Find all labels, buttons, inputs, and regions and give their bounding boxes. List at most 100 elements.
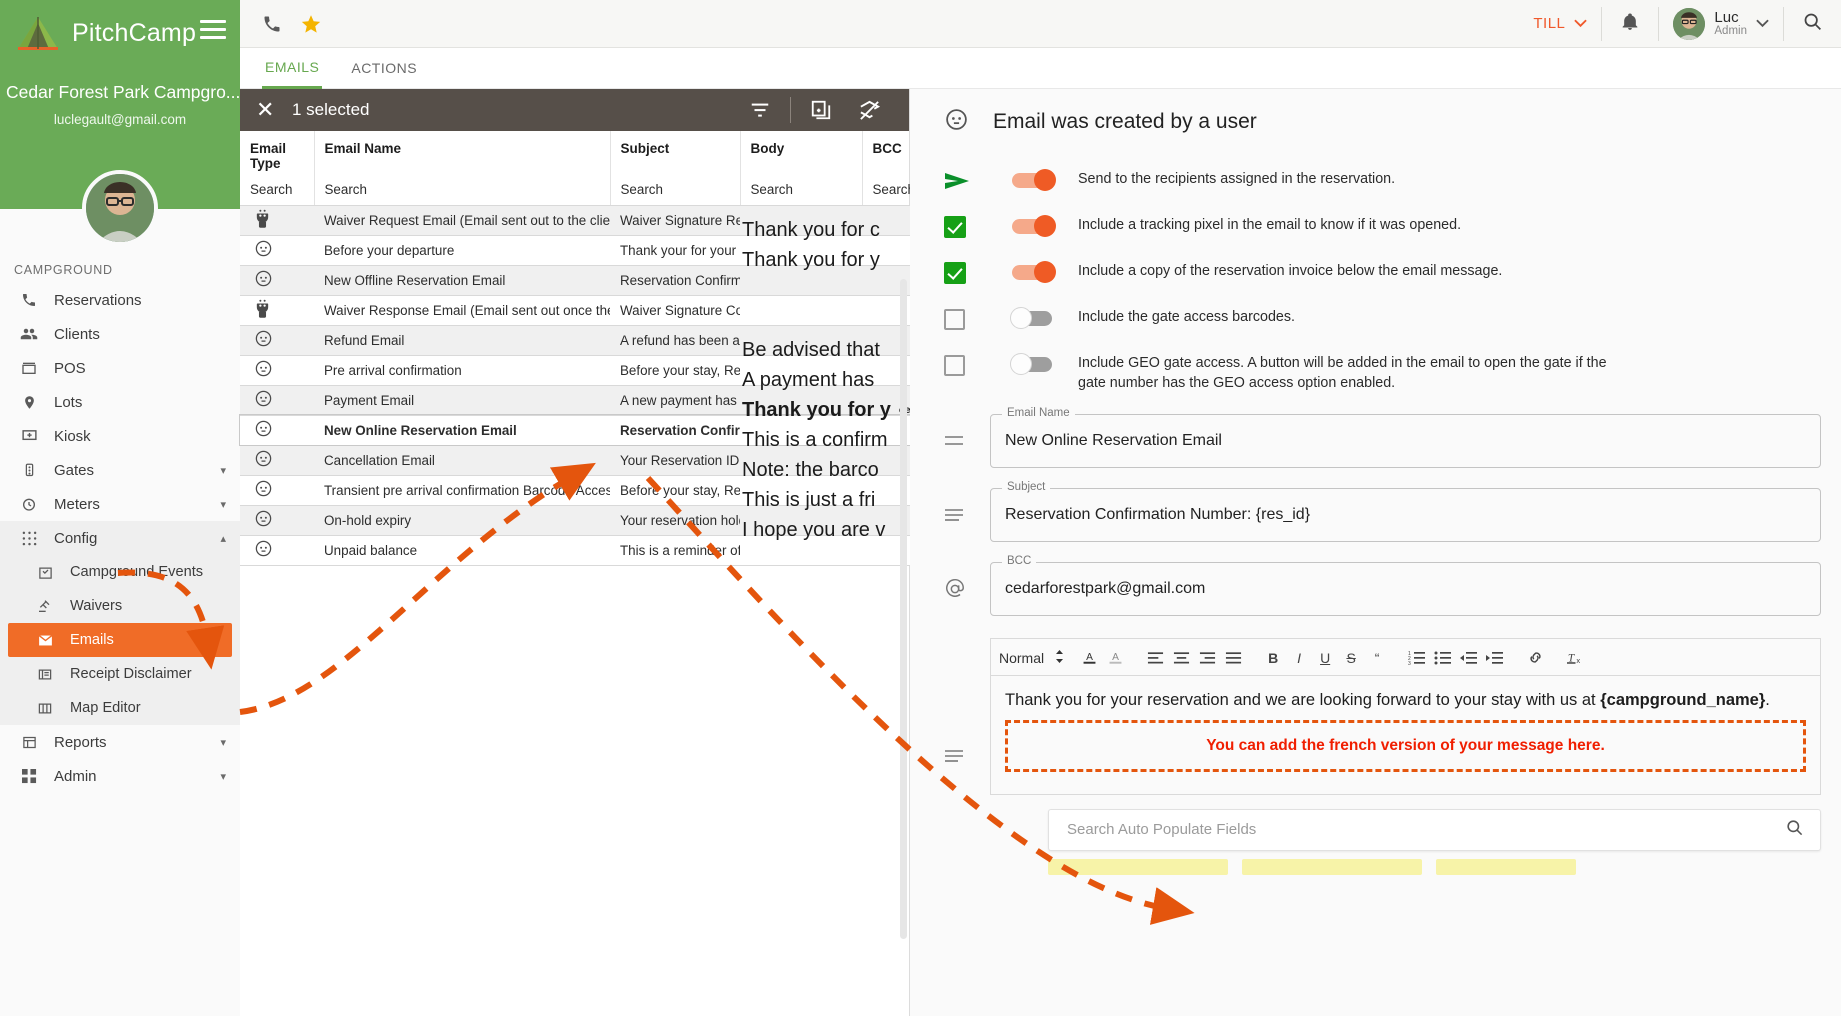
option-toggle[interactable] xyxy=(1010,353,1056,375)
table-header-row: Email Type Email Name Subject Body BCC xyxy=(240,131,911,175)
option-toggle[interactable] xyxy=(1010,261,1056,283)
chevron-down-icon: ▾ xyxy=(220,498,226,511)
indent-icon[interactable] xyxy=(1482,646,1508,670)
table-row[interactable]: Waiver Request Email (Email sent out to … xyxy=(240,205,910,236)
table-row[interactable]: Before your departure Thank your for your… xyxy=(240,235,910,266)
search-input-bcc[interactable]: Search xyxy=(862,175,911,206)
option-checkbox[interactable] xyxy=(944,261,990,285)
close-icon[interactable]: ✕ xyxy=(256,99,280,121)
email-body-editor-row: Normal A A B I U S “ 1 2 3 T x Thank you… xyxy=(932,637,1821,875)
ordered-list-icon[interactable]: 123 xyxy=(1404,646,1430,670)
sidebar-item-clients[interactable]: Clients xyxy=(0,317,240,351)
sidebar-item-gates[interactable]: Gates ▾ xyxy=(0,453,240,487)
sidebar-item-kiosk[interactable]: Kiosk xyxy=(0,419,240,453)
phone-icon[interactable] xyxy=(262,14,282,34)
auto-populate-search[interactable] xyxy=(1048,808,1821,851)
option-checkbox[interactable] xyxy=(944,353,990,377)
blockquote-icon[interactable]: “ xyxy=(1364,646,1390,670)
menu-toggle-icon[interactable] xyxy=(200,20,226,40)
table-row[interactable]: Pre arrival confirmation Before your stay… xyxy=(240,355,910,386)
align-justify-icon[interactable] xyxy=(1220,646,1246,670)
sidebar-item-campground-events[interactable]: Campground Events xyxy=(0,555,240,589)
notifications-button[interactable] xyxy=(1602,0,1658,48)
field-subject[interactable]: Subject Reservation Confirmation Number: … xyxy=(990,480,1821,542)
sidebar-item-receipt-disclaimer[interactable]: Receipt Disclaimer xyxy=(0,657,240,691)
table-row[interactable]: New Online Reservation Email Reservation … xyxy=(239,414,911,446)
map-editor-icon xyxy=(34,701,56,716)
format-select[interactable]: Normal xyxy=(999,649,1069,667)
table-row[interactable]: Waiver Response Email (Email sent out on… xyxy=(240,295,910,326)
sidebar-item-reservations[interactable]: Reservations xyxy=(0,283,240,317)
sidebar-item-reports[interactable]: Reports ▾ xyxy=(0,725,240,759)
table-row[interactable]: Unpaid balanceThis is a reminder of yo xyxy=(240,535,910,566)
sidebar-item-meters[interactable]: Meters ▾ xyxy=(0,487,240,521)
sidebar-item-waivers[interactable]: Waivers xyxy=(0,589,240,623)
emails-table-pane: ✕ 1 selected Email Type Email Name Subje… xyxy=(239,89,911,1016)
auto-populate-chip[interactable] xyxy=(1048,858,1228,875)
option-toggle[interactable] xyxy=(1010,169,1056,191)
font-color-icon[interactable]: A xyxy=(1076,646,1102,670)
emails-table: Email Type Email Name Subject Body BCC S… xyxy=(239,131,911,566)
tab-emails[interactable]: EMAILS xyxy=(262,48,323,89)
calendar-icon xyxy=(34,565,56,580)
search-input-subject[interactable]: Search xyxy=(610,175,741,206)
user-menu[interactable]: Luc Admin xyxy=(1659,0,1783,48)
table-row[interactable]: Payment EmailA new payment has bee xyxy=(240,385,910,416)
option-toggle[interactable] xyxy=(1010,215,1056,237)
sidebar-item-config[interactable]: Config ▴ xyxy=(0,521,240,555)
align-right-icon[interactable] xyxy=(1194,646,1220,670)
clear-format-icon[interactable]: Tx xyxy=(1562,646,1588,670)
sidebar-item-pos[interactable]: POS xyxy=(0,351,240,385)
form-field-row: Subject Reservation Confirmation Number: … xyxy=(932,480,1821,542)
tab-actions[interactable]: ACTIONS xyxy=(348,48,420,89)
bullet-list-icon[interactable] xyxy=(1430,646,1456,670)
sidebar-item-lots[interactable]: Lots xyxy=(0,385,240,419)
table-row[interactable]: On-hold expiryYour reservation hold is xyxy=(240,505,910,536)
auto-populate-chip[interactable] xyxy=(1436,858,1576,875)
global-search-button[interactable] xyxy=(1784,0,1841,48)
table-row[interactable]: Refund EmailA refund has been appli xyxy=(240,325,910,356)
sidebar-nav: CAMPGROUND Reservations Clients POS Lots… xyxy=(0,209,240,793)
bold-icon[interactable]: B xyxy=(1260,646,1286,670)
till-dropdown[interactable]: TILL xyxy=(1519,0,1601,48)
sidebar-item-label: Lots xyxy=(54,393,83,411)
underline-icon[interactable]: U xyxy=(1312,646,1338,670)
search-input-body[interactable]: Search xyxy=(740,175,863,206)
link-icon[interactable] xyxy=(1522,646,1548,670)
search-icon[interactable] xyxy=(1785,818,1804,842)
gate-icon xyxy=(18,462,40,479)
strikethrough-icon[interactable]: S xyxy=(1338,646,1364,670)
align-center-icon[interactable] xyxy=(1168,646,1194,670)
table-scrollbar[interactable] xyxy=(900,279,907,939)
highlight-color-icon[interactable]: A xyxy=(1102,646,1128,670)
sidebar: PitchCamp Cedar Forest Park Campgro... l… xyxy=(0,0,240,1016)
italic-icon[interactable]: I xyxy=(1286,646,1312,670)
auto-populate-input[interactable] xyxy=(1065,820,1785,840)
avatar[interactable] xyxy=(82,170,158,246)
sidebar-item-admin[interactable]: Admin ▾ xyxy=(0,759,240,793)
table-row[interactable]: Cancellation EmailYour Reservation ID {r… xyxy=(240,445,910,476)
option-checkbox[interactable] xyxy=(944,307,990,331)
duplicate-icon[interactable] xyxy=(797,99,845,121)
search-input-email-name[interactable]: Search xyxy=(314,175,611,206)
align-left-icon[interactable] xyxy=(1142,646,1168,670)
avatar xyxy=(1673,7,1706,40)
layers-off-icon[interactable] xyxy=(845,99,893,122)
search-input-email-type[interactable]: Search xyxy=(240,175,315,206)
editor-content-area[interactable]: Thank you for your reservation and we ar… xyxy=(990,674,1821,795)
sidebar-item-emails[interactable]: Emails xyxy=(8,623,232,657)
sidebar-item-map-editor[interactable]: Map Editor xyxy=(0,691,240,725)
auto-populate-chip[interactable] xyxy=(1242,858,1422,875)
filter-icon[interactable] xyxy=(736,99,784,121)
field-email-name[interactable]: Email Name New Online Reservation Email xyxy=(990,406,1821,468)
star-icon[interactable] xyxy=(300,13,322,35)
sidebar-item-label: Gates xyxy=(54,461,95,479)
email-option-row: Send to the recipients assigned in the r… xyxy=(932,169,1821,193)
option-toggle[interactable] xyxy=(1010,307,1056,329)
table-row[interactable]: New Offline Reservation Email Reservation… xyxy=(240,265,910,296)
form-field-row: BCC cedarforestpark@gmail.com xyxy=(932,554,1821,616)
option-checkbox[interactable] xyxy=(944,215,990,239)
outdent-icon[interactable] xyxy=(1456,646,1482,670)
table-row[interactable]: Transient pre arrival confirmation Barco… xyxy=(240,475,910,506)
field-bcc[interactable]: BCC cedarforestpark@gmail.com xyxy=(990,554,1821,616)
